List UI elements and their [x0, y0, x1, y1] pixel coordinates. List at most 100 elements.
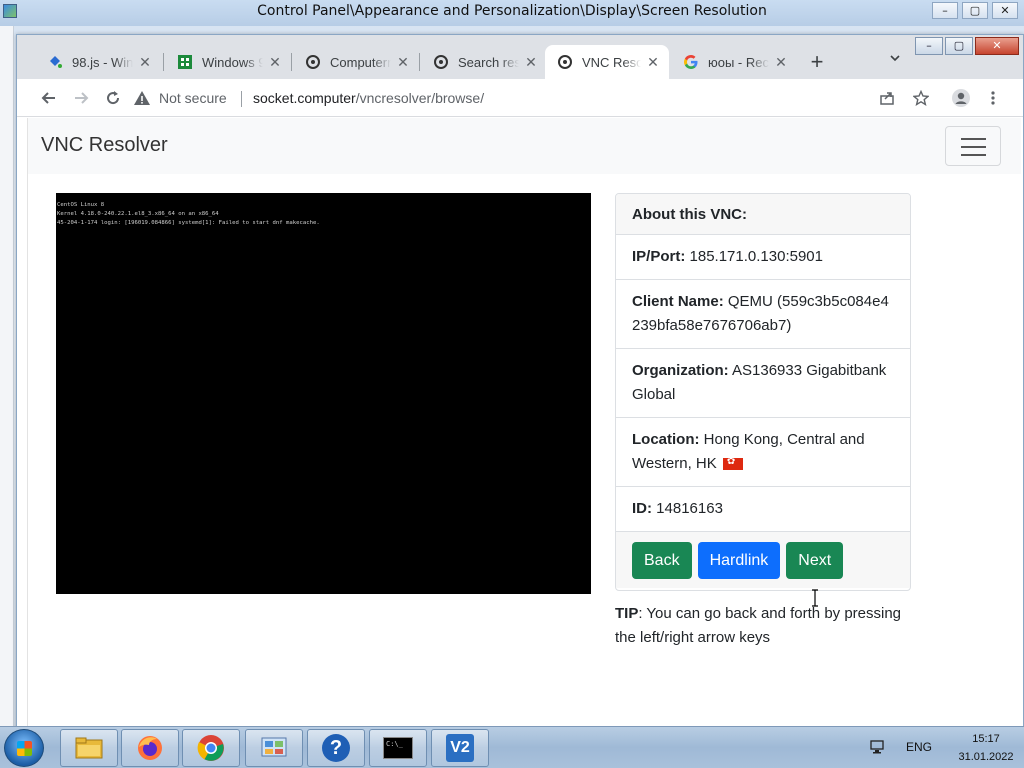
- file-explorer-icon: [75, 734, 103, 762]
- hamburger-line: [961, 146, 986, 148]
- browser-toolbar: Not secure socket.computer/vncresolver/b…: [17, 79, 1023, 117]
- warning-icon[interactable]: [133, 89, 151, 107]
- google-icon: [683, 54, 699, 70]
- navbar-toggler-button[interactable]: [945, 126, 1001, 166]
- taskbar-control-panel[interactable]: [245, 729, 303, 767]
- tab-separator: [419, 53, 420, 71]
- security-status[interactable]: Not secure: [159, 90, 227, 106]
- terminal-line: CentOS Linux 8: [57, 202, 105, 208]
- forward-arrow-icon[interactable]: [69, 86, 93, 110]
- vnc-icon: V2: [446, 734, 474, 762]
- tab-title: Windows 9!: [202, 54, 263, 70]
- browser-minimize-button[interactable]: –: [915, 37, 943, 55]
- profile-icon[interactable]: [949, 86, 973, 110]
- vnc-info-card: About this VNC: IP/Port: 185.171.0.130:5…: [615, 193, 911, 591]
- control-panel-titlebar[interactable]: Control Panel\Appearance and Personaliza…: [0, 0, 1024, 26]
- card-header: About this VNC:: [616, 194, 910, 235]
- url-separator: [241, 91, 242, 107]
- firefox-icon: [136, 734, 164, 762]
- location-label: Location:: [632, 431, 700, 448]
- tab-computernewb[interactable]: Computerm ✕: [293, 45, 419, 79]
- tab-title: 98.js - Wind: [72, 54, 133, 70]
- address-bar[interactable]: Not secure socket.computer/vncresolver/b…: [133, 85, 873, 113]
- tab-title: VNC Resol: [582, 54, 641, 70]
- vnc-resolver-icon: [557, 54, 573, 70]
- tab-strip: – ▢ ✕ 98.js - Wind ✕ Windows 9! ✕ Comput…: [17, 35, 1023, 79]
- network-icon[interactable]: [870, 739, 886, 759]
- chrome-icon: [197, 734, 225, 762]
- tab-google-search[interactable]: юоы - Rech ✕: [671, 45, 797, 79]
- hamburger-line: [961, 154, 986, 156]
- tab-close-icon[interactable]: ✕: [395, 54, 411, 71]
- back-button[interactable]: Back: [632, 542, 692, 579]
- tab-title: юоы - Rech: [708, 54, 769, 70]
- clock-date[interactable]: 31.01.2022: [956, 751, 1016, 763]
- tip-text: TIP: You can go back and forth by pressi…: [615, 602, 915, 650]
- hardlink-button[interactable]: Hardlink: [697, 542, 781, 579]
- tab-close-icon[interactable]: ✕: [773, 54, 789, 71]
- close-button[interactable]: ✕: [992, 2, 1018, 19]
- vnc-resolver-icon: [433, 54, 449, 70]
- tab-close-icon[interactable]: ✕: [645, 54, 661, 71]
- browser-close-button[interactable]: ✕: [975, 37, 1019, 55]
- browser-window-controls: – ▢ ✕: [915, 37, 1019, 55]
- windows-logo-icon: [177, 54, 193, 70]
- vnc-screenshot: CentOS Linux 8 Kernel 4.18.0-240.22.1.el…: [56, 193, 591, 594]
- organization-item: Organization: AS136933 Gigabitbank Globa…: [616, 349, 910, 418]
- taskbar: ? C:\_ V2 ENG 15:17 31.01.2022: [0, 726, 1024, 768]
- tab-title: Computerm: [330, 54, 391, 70]
- terminal-line: 45-204-1-174 login: [196019.084866] syst…: [57, 220, 320, 226]
- client-name-item: Client Name: QEMU (559c3b5c084e4239bfa58…: [616, 280, 910, 349]
- bookmark-star-icon[interactable]: [909, 86, 933, 110]
- card-footer: Back Hardlink Next: [616, 532, 910, 588]
- tab-close-icon[interactable]: ✕: [267, 54, 283, 71]
- back-arrow-icon[interactable]: [37, 86, 61, 110]
- control-panel-icon: [260, 734, 288, 762]
- next-button[interactable]: Next: [786, 542, 844, 579]
- paint-bucket-icon: [47, 54, 63, 70]
- url-text[interactable]: socket.computer/vncresolver/browse/: [253, 90, 484, 106]
- tab-windows-98[interactable]: Windows 9! ✕: [165, 45, 291, 79]
- tip-body: : You can go back and forth by pressing …: [615, 605, 902, 646]
- start-button[interactable]: [4, 729, 44, 767]
- hong-kong-flag-icon: [722, 455, 743, 471]
- id-value: 14816163: [656, 500, 723, 517]
- clock-time[interactable]: 15:17: [960, 733, 1012, 745]
- tab-close-icon[interactable]: ✕: [523, 54, 539, 71]
- taskbar-cmd[interactable]: C:\_: [369, 729, 427, 767]
- reload-icon[interactable]: [101, 86, 125, 110]
- terminal-line: Kernel 4.18.0-240.22.1.el8_3.x86_64 on a…: [57, 211, 219, 217]
- tab-close-icon[interactable]: ✕: [137, 54, 153, 71]
- language-indicator[interactable]: ENG: [906, 740, 932, 754]
- new-tab-button[interactable]: +: [805, 51, 829, 75]
- hamburger-line: [961, 138, 986, 140]
- help-icon: ?: [322, 734, 350, 762]
- maximize-button[interactable]: ▢: [962, 2, 988, 19]
- id-item: ID: 14816163: [616, 487, 910, 532]
- browser-maximize-button[interactable]: ▢: [945, 37, 973, 55]
- tab-title: Search resu: [458, 54, 519, 70]
- control-panel-left-pane: [0, 26, 14, 726]
- client-name-label: Client Name:: [632, 293, 724, 310]
- minimize-button[interactable]: –: [932, 2, 958, 19]
- tip-label: TIP: [615, 605, 639, 622]
- text-cursor-icon: [811, 589, 819, 607]
- taskbar-vnc[interactable]: V2: [431, 729, 489, 767]
- ip-port-value: 185.171.0.130:5901: [689, 248, 823, 265]
- tab-search-results[interactable]: Search resu ✕: [421, 45, 547, 79]
- tab-98js[interactable]: 98.js - Wind ✕: [35, 45, 161, 79]
- brand-link[interactable]: VNC Resolver: [41, 134, 168, 157]
- control-panel-title: Control Panel\Appearance and Personaliza…: [257, 3, 767, 19]
- tab-search-chevron-icon[interactable]: [885, 51, 905, 71]
- cmd-icon: C:\_: [383, 737, 413, 759]
- tab-vnc-resolver[interactable]: VNC Resol ✕: [545, 45, 669, 79]
- vnc-resolver-icon: [305, 54, 321, 70]
- share-icon[interactable]: [875, 86, 899, 110]
- system-tray: ENG 15:17 31.01.2022: [864, 727, 1024, 768]
- taskbar-help[interactable]: ?: [307, 729, 365, 767]
- taskbar-file-explorer[interactable]: [60, 729, 118, 767]
- kebab-menu-icon[interactable]: [981, 86, 1005, 110]
- taskbar-chrome[interactable]: [182, 729, 240, 767]
- location-item: Location: Hong Kong, Central and Western…: [616, 418, 910, 487]
- taskbar-firefox[interactable]: [121, 729, 179, 767]
